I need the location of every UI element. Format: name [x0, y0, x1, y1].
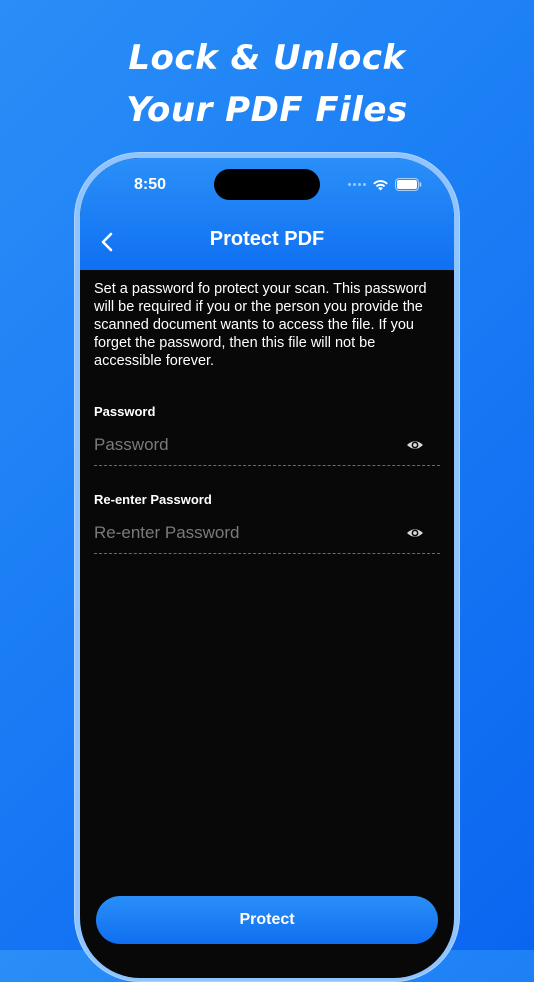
description-text: Set a password fo protect your scan. Thi…	[94, 281, 427, 369]
eye-icon[interactable]	[406, 524, 424, 542]
password-input[interactable]	[94, 433, 394, 457]
status-icons	[348, 178, 422, 191]
app-header: 8:50 Protect PDF	[80, 158, 454, 270]
phone-screen: 8:50 Protect PDF Set a password fo prote…	[80, 158, 454, 978]
reenter-password-field-group: Re-enter Password	[94, 492, 440, 554]
reenter-password-row	[94, 521, 440, 554]
content-area: Set a password fo protect your scan. Thi…	[94, 280, 442, 370]
password-row	[94, 433, 440, 466]
reenter-password-label: Re-enter Password	[94, 492, 212, 507]
password-label: Password	[94, 404, 156, 419]
protect-button[interactable]: Protect	[96, 896, 438, 944]
eye-icon[interactable]	[406, 436, 424, 454]
reenter-password-input[interactable]	[94, 521, 394, 545]
page-title: Protect PDF	[209, 228, 325, 250]
promo-headline-line1: Lock & Unlock	[128, 38, 406, 78]
promo-headline-line2: Your PDF Files	[126, 90, 408, 130]
dynamic-island	[214, 169, 320, 200]
battery-icon	[395, 178, 422, 191]
cellular-dots-icon	[348, 183, 366, 186]
wifi-icon	[373, 179, 388, 190]
password-field-group: Password	[94, 404, 440, 466]
status-time: 8:50	[134, 176, 167, 193]
